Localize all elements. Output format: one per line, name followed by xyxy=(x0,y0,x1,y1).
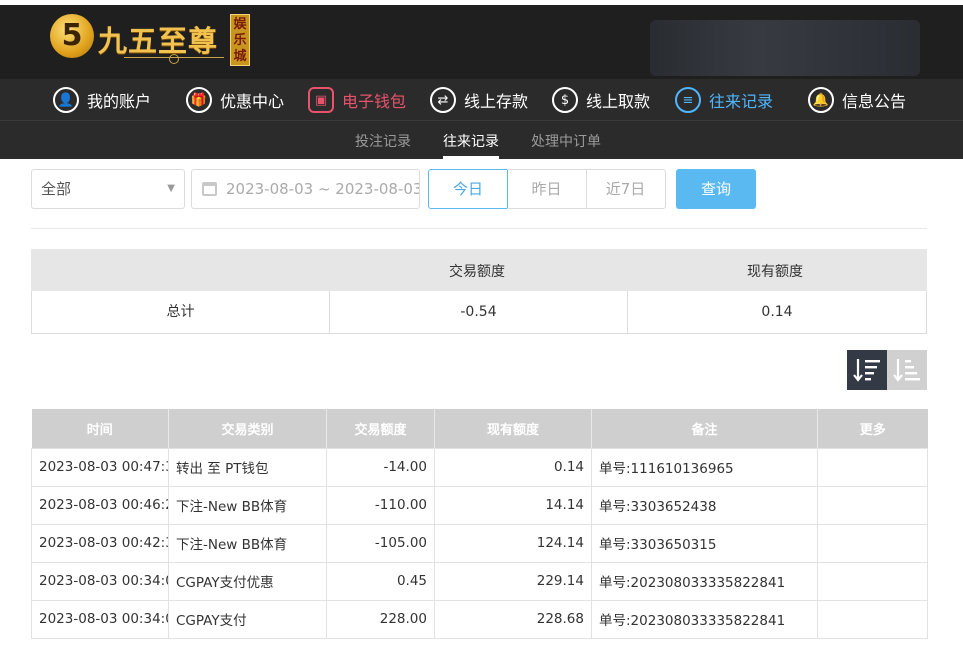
quick-today-button[interactable]: 今日 xyxy=(428,169,508,209)
summary-total-label: 总计 xyxy=(32,291,330,333)
calendar-icon xyxy=(202,182,217,196)
sort-descending-icon xyxy=(853,359,880,382)
column-header-type[interactable]: 交易类别 xyxy=(168,409,327,448)
tab-pending-orders[interactable]: 处理中订单 xyxy=(531,131,601,151)
table-row: 2023-08-03 00:34:03 CGPAY支付 228.00 228.6… xyxy=(31,599,928,639)
cell-balance: 0.14 xyxy=(434,447,592,487)
cell-note: 单号:202308033335822841 xyxy=(591,561,818,601)
logo-text: 九五至尊 xyxy=(98,24,219,58)
cell-type: 下注-New BB体育 xyxy=(168,523,327,563)
blurred-account-info xyxy=(650,20,920,76)
tab-bet-records[interactable]: 投注记录 xyxy=(355,131,411,151)
summary-header-amount: 交易额度 xyxy=(449,264,505,280)
records-table: 时间 交易类别 交易额度 现有额度 备注 更多 2023-08-03 00:47… xyxy=(31,409,928,639)
date-range-input[interactable]: 2023-08-03 ~ 2023-08-03 xyxy=(191,169,420,209)
nav-item-label: 信息公告 xyxy=(842,92,907,111)
nav-item-announcements[interactable]: 🔔 信息公告 xyxy=(808,85,906,115)
summary-total-amount: -0.54 xyxy=(330,291,628,333)
cell-balance: 228.68 xyxy=(434,599,592,639)
quick-7days-button[interactable]: 近7日 xyxy=(586,169,666,209)
nav-item-label: 线上取款 xyxy=(586,92,651,111)
tab-transaction-records[interactable]: 往来记录 xyxy=(443,131,499,159)
logo-ornament xyxy=(124,54,224,65)
column-header-amount[interactable]: 交易额度 xyxy=(326,409,435,448)
nav-item-label: 往来记录 xyxy=(709,92,774,111)
withdraw-icon: $ xyxy=(552,87,578,113)
column-header-note[interactable]: 备注 xyxy=(591,409,818,448)
cell-balance: 229.14 xyxy=(434,561,592,601)
table-row: 2023-08-03 00:47:31 转出 至 PT钱包 -14.00 0.1… xyxy=(31,447,928,487)
table-row: 2023-08-03 00:42:38 下注-New BB体育 -105.00 … xyxy=(31,523,928,563)
logo-mark: 5 xyxy=(50,14,94,58)
records-icon: ≡ xyxy=(675,87,701,113)
cell-amount: 0.45 xyxy=(326,561,435,601)
cell-time: 2023-08-03 00:47:31 xyxy=(31,447,169,487)
cell-type: CGPAY支付优惠 xyxy=(168,561,327,601)
cell-more[interactable] xyxy=(817,447,928,487)
column-header-time[interactable]: 时间 xyxy=(31,409,169,448)
cell-amount: -110.00 xyxy=(326,485,435,525)
cell-time: 2023-08-03 00:42:38 xyxy=(31,523,169,563)
nav-item-records[interactable]: ≡ 往来记录 xyxy=(675,85,773,115)
gift-icon: 🎁 xyxy=(186,87,212,113)
cell-type: 下注-New BB体育 xyxy=(168,485,327,525)
nav-item-withdraw[interactable]: $ 线上取款 xyxy=(552,85,650,115)
deposit-icon: ⇄ xyxy=(430,87,456,113)
logo-badge: 娱乐城 xyxy=(230,14,250,66)
bell-icon: 🔔 xyxy=(808,87,834,113)
sort-ascending-button[interactable] xyxy=(887,350,927,390)
chevron-down-icon: ▼ xyxy=(167,183,175,194)
cell-amount: -14.00 xyxy=(326,447,435,487)
cell-more[interactable] xyxy=(817,561,928,601)
nav-item-label: 我的账户 xyxy=(87,92,152,111)
summary-row: 总计 -0.54 0.14 xyxy=(31,291,927,334)
header-top-edge xyxy=(0,0,963,5)
cell-type: CGPAY支付 xyxy=(168,599,327,639)
top-header: 5 九五至尊 娱乐城 xyxy=(0,0,963,79)
table-row: 2023-08-03 00:34:03 CGPAY支付优惠 0.45 229.1… xyxy=(31,561,928,601)
nav-item-wallet[interactable]: ▣ 电子钱包 xyxy=(308,85,406,115)
cell-more[interactable] xyxy=(817,599,928,639)
cell-amount: -105.00 xyxy=(326,523,435,563)
summary-total-balance: 0.14 xyxy=(761,304,793,320)
user-icon: 👤 xyxy=(53,87,79,113)
date-range-value: 2023-08-03 ~ 2023-08-03 xyxy=(226,180,420,198)
cell-note: 单号:3303652438 xyxy=(591,485,818,525)
nav-item-label: 电子钱包 xyxy=(342,92,407,111)
summary-header: 交易额度 现有额度 xyxy=(31,249,927,291)
cell-balance: 124.14 xyxy=(434,523,592,563)
cell-balance: 14.14 xyxy=(434,485,592,525)
table-header-row: 时间 交易类别 交易额度 现有额度 备注 更多 xyxy=(31,409,928,448)
cell-note: 单号:202308033335822841 xyxy=(591,599,818,639)
cell-more[interactable] xyxy=(817,485,928,525)
column-header-more[interactable]: 更多 xyxy=(817,409,928,448)
cell-note: 单号:3303650315 xyxy=(591,523,818,563)
wallet-icon: ▣ xyxy=(308,87,334,113)
nav-item-account[interactable]: 👤 我的账户 xyxy=(53,85,151,115)
column-header-balance[interactable]: 现有额度 xyxy=(434,409,592,448)
cell-time: 2023-08-03 00:34:03 xyxy=(31,599,169,639)
type-select-value: 全部 xyxy=(41,180,72,198)
cell-note: 单号:111610136965 xyxy=(591,447,818,487)
cell-time: 2023-08-03 00:34:03 xyxy=(31,561,169,601)
nav-item-label: 线上存款 xyxy=(464,92,529,111)
sort-descending-button[interactable] xyxy=(847,350,887,390)
summary-header-balance: 现有额度 xyxy=(747,264,803,280)
cell-type: 转出 至 PT钱包 xyxy=(168,447,327,487)
divider xyxy=(31,228,927,229)
quick-yesterday-button[interactable]: 昨日 xyxy=(507,169,587,209)
cell-time: 2023-08-03 00:46:24 xyxy=(31,485,169,525)
type-select[interactable]: 全部 ▼ xyxy=(31,169,185,209)
nav-item-deposit[interactable]: ⇄ 线上存款 xyxy=(430,85,528,115)
cell-amount: 228.00 xyxy=(326,599,435,639)
sub-nav: 投注记录 往来记录 处理中订单 xyxy=(0,121,963,159)
sort-ascending-icon xyxy=(893,359,920,382)
query-button[interactable]: 查询 xyxy=(676,169,756,209)
site-logo[interactable]: 5 九五至尊 娱乐城 xyxy=(50,14,255,70)
main-nav: 👤 我的账户 🎁 优惠中心 ▣ 电子钱包 ⇄ 线上存款 $ 线上取款 ≡ 往来记… xyxy=(0,79,963,121)
cell-more[interactable] xyxy=(817,523,928,563)
nav-item-promotions[interactable]: 🎁 优惠中心 xyxy=(186,85,284,115)
table-row: 2023-08-03 00:46:24 下注-New BB体育 -110.00 … xyxy=(31,485,928,525)
nav-item-label: 优惠中心 xyxy=(220,92,285,111)
